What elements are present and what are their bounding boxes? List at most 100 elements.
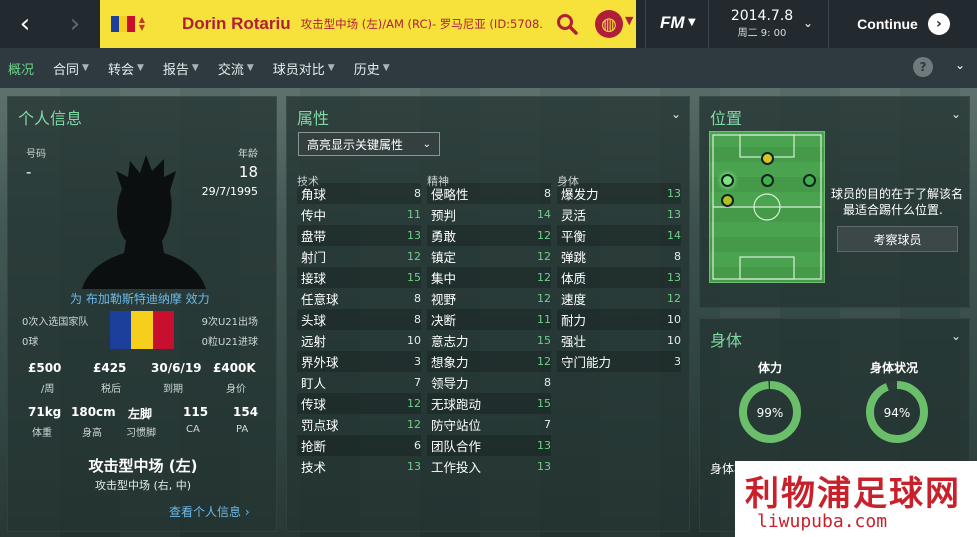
player-header: ▲ ▼ Dorin Rotariu 攻击型中场 (左)/AM (RC)- 罗马尼亚… xyxy=(100,0,636,48)
back-button[interactable]: ‹ xyxy=(0,0,50,48)
attribute-row[interactable]: 想象力 12 xyxy=(427,351,551,372)
fm-logo[interactable]: FM xyxy=(660,13,685,33)
age-label: 年龄 xyxy=(238,149,258,160)
attribute-value: 12 xyxy=(537,229,551,242)
view-personal-info-link[interactable]: 查看个人信息 › xyxy=(169,503,250,520)
attribute-row[interactable]: 意志力 15 xyxy=(427,330,551,351)
attribute-value: 15 xyxy=(537,334,551,347)
dropdown-value: 高亮显示关键属性 xyxy=(307,137,404,152)
attribute-row[interactable]: 集中 12 xyxy=(427,267,551,288)
attribute-row[interactable]: 接球 15 xyxy=(297,267,421,288)
continue-button[interactable]: Continue › xyxy=(830,0,977,48)
tab-contract[interactable]: 合同 ▼ xyxy=(53,59,89,78)
after-tax-value: £425 xyxy=(93,361,127,375)
attribute-name: 强壮 xyxy=(561,334,587,349)
attribute-row[interactable]: 领导力 8 xyxy=(427,372,551,393)
attribute-row[interactable]: 盘带 13 xyxy=(297,225,421,246)
help-icon[interactable]: ? xyxy=(913,57,933,77)
current-club-link[interactable]: 为 布加勒斯特迪纳摩 效力 xyxy=(70,290,210,307)
attribute-row[interactable]: 盯人 7 xyxy=(297,372,421,393)
forward-button[interactable]: › xyxy=(50,0,100,48)
attribute-row[interactable]: 强壮 10 xyxy=(557,330,681,351)
chevron-down-icon[interactable]: ⌄ xyxy=(671,107,681,121)
attribute-row[interactable]: 决断 11 xyxy=(427,309,551,330)
attribute-value: 8 xyxy=(414,313,421,326)
tab-reports[interactable]: 报告 ▼ xyxy=(163,59,199,78)
chevron-down-icon[interactable]: ⌄ xyxy=(951,107,961,121)
tab-history[interactable]: 历史 ▼ xyxy=(354,59,390,78)
attribute-row[interactable]: 界外球 3 xyxy=(297,351,421,372)
attribute-name: 体质 xyxy=(561,271,587,286)
attribute-row[interactable]: 工作投入 13 xyxy=(427,456,551,477)
attribute-row[interactable]: 射门 12 xyxy=(297,246,421,267)
attribute-name: 接球 xyxy=(301,271,327,286)
tab-transfer[interactable]: 转会 ▼ xyxy=(108,59,144,78)
nation-selector[interactable]: ▲ ▼ xyxy=(100,0,156,48)
attribute-row[interactable]: 角球 8 xyxy=(297,183,421,204)
tab-compare[interactable]: 球员对比 ▼ xyxy=(273,59,335,78)
attribute-value: 12 xyxy=(407,418,421,431)
attribute-value: 12 xyxy=(537,250,551,263)
date-of-birth: 29/7/1995 xyxy=(201,185,258,198)
chevron-down-icon[interactable]: ⌄ xyxy=(955,58,965,72)
tab-overview[interactable]: 概况 xyxy=(8,59,34,78)
attribute-row[interactable]: 体质 13 xyxy=(557,267,681,288)
attribute-row[interactable]: 团队合作 13 xyxy=(427,435,551,456)
attribute-row[interactable]: 无球跑动 15 xyxy=(427,393,551,414)
attribute-value: 12 xyxy=(537,355,551,368)
attribute-name: 射门 xyxy=(301,250,327,265)
position-description-line1: 球员的目的在于了解该名 xyxy=(831,187,964,201)
attribute-name: 意志力 xyxy=(431,334,469,349)
attribute-value: 13 xyxy=(667,271,681,284)
height-value: 180cm xyxy=(71,405,116,419)
attribute-name: 技术 xyxy=(301,460,327,475)
tab-label: 转会 xyxy=(107,62,134,78)
pa-value: 154 xyxy=(233,405,259,419)
attribute-row[interactable]: 传中 11 xyxy=(297,204,421,225)
attribute-value: 15 xyxy=(537,397,551,410)
chevron-down-icon[interactable]: ⌄ xyxy=(951,329,961,343)
attribute-name: 视野 xyxy=(431,292,457,307)
attribute-row[interactable]: 头球 8 xyxy=(297,309,421,330)
technical-attributes: 角球 8 传中 11 盘带 13 射门 12 接球 15 任意球 8 头球 8 远射 10 界外球 3 盯人 7 传球 1… xyxy=(297,183,421,477)
attribute-value: 13 xyxy=(407,460,421,473)
attribute-row[interactable]: 守门能力 3 xyxy=(557,351,681,372)
scout-player-button[interactable]: 考察球员 xyxy=(837,226,958,252)
attribute-row[interactable]: 弹跳 8 xyxy=(557,246,681,267)
attribute-row[interactable]: 侵略性 8 xyxy=(427,183,551,204)
attribute-row[interactable]: 罚点球 12 xyxy=(297,414,421,435)
attribute-row[interactable]: 远射 10 xyxy=(297,330,421,351)
attribute-value: 14 xyxy=(667,229,681,242)
tab-label: 球员对比 xyxy=(272,62,325,78)
tab-interaction[interactable]: 交流 ▼ xyxy=(218,59,254,78)
current-weekday-time: 周二 9: 00 xyxy=(737,28,787,39)
attribute-row[interactable]: 传球 12 xyxy=(297,393,421,414)
chevron-left-icon: ‹ xyxy=(19,9,31,39)
attribute-row[interactable]: 灵活 13 xyxy=(557,204,681,225)
attribute-row[interactable]: 镇定 12 xyxy=(427,246,551,267)
player-name[interactable]: Dorin Rotariu xyxy=(182,14,291,34)
market-value-label: 身价 xyxy=(226,384,246,395)
date-display[interactable]: 2014.7.8 周二 9: 00 xyxy=(712,8,812,39)
position-panel: 位置 ⌄ 球员的目的在于了解该名 最适合踢什么位置. 考察球员 xyxy=(699,96,970,308)
attribute-row[interactable]: 预判 14 xyxy=(427,204,551,225)
search-icon[interactable] xyxy=(555,12,579,36)
attribute-row[interactable]: 平衡 14 xyxy=(557,225,681,246)
secondary-positions: 攻击型中场 (右, 中) xyxy=(94,479,192,492)
attribute-value: 11 xyxy=(537,313,551,326)
weight-value: 71kg xyxy=(28,405,62,419)
attribute-row[interactable]: 耐力 10 xyxy=(557,309,681,330)
attribute-row[interactable]: 技术 13 xyxy=(297,456,421,477)
attribute-row[interactable]: 勇敢 12 xyxy=(427,225,551,246)
chevron-down-icon: ▼ xyxy=(191,63,199,73)
attribute-row[interactable]: 抢断 6 xyxy=(297,435,421,456)
attribute-row[interactable]: 视野 12 xyxy=(427,288,551,309)
wage-label: /周 xyxy=(41,384,55,395)
highlight-attributes-dropdown[interactable]: 高亮显示关键属性 ⌄ xyxy=(298,132,440,156)
globe-icon[interactable]: ◍ xyxy=(595,10,623,38)
stamina-gauge: 99% xyxy=(739,381,801,443)
attribute-row[interactable]: 爆发力 13 xyxy=(557,183,681,204)
attribute-row[interactable]: 防守站位 7 xyxy=(427,414,551,435)
attribute-row[interactable]: 速度 12 xyxy=(557,288,681,309)
attribute-row[interactable]: 任意球 8 xyxy=(297,288,421,309)
